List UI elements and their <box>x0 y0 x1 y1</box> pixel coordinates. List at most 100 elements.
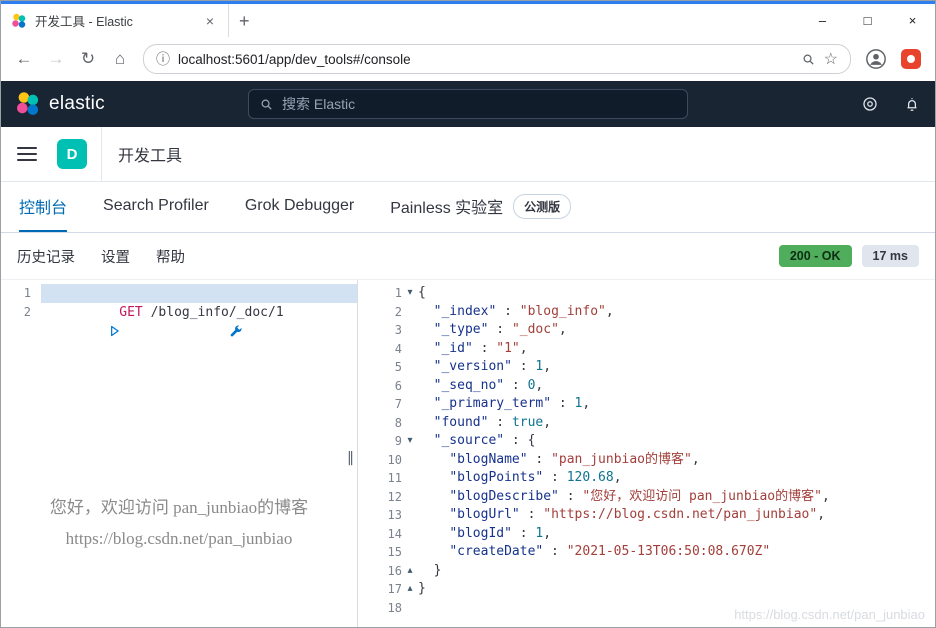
tab-label: Search Profiler <box>103 197 209 214</box>
line-number: 5 <box>394 360 402 374</box>
line-number: 10 <box>387 452 402 467</box>
splitter-drag-handle[interactable]: ‖ <box>347 450 354 466</box>
page-info-icon[interactable]: ⓘ <box>156 49 170 69</box>
response-lines: 1 ▾{2 "_index" : "blog_info", 3 "_type" : … <box>370 284 935 617</box>
fold-toggle-icon[interactable]: ▾ <box>402 432 418 451</box>
pane-splitter[interactable]: ‖ <box>347 280 370 627</box>
request-editor-pane[interactable]: 1 GET /blog_info/_doc/1 2 您好，欢迎访问 pan_ju… <box>1 280 357 627</box>
menu-hamburger-icon[interactable] <box>17 147 37 161</box>
elastic-header: elastic 搜索 Elastic <box>1 81 935 127</box>
elastic-logo[interactable]: elastic <box>15 91 105 117</box>
browser-tab[interactable]: 开发工具 - Elastic × <box>1 4 229 37</box>
breadcrumb-page-title: 开发工具 <box>118 148 183 165</box>
request-options-wrench-icon[interactable] <box>229 286 339 376</box>
back-icon[interactable]: ← <box>9 44 39 74</box>
line-number: 9 <box>394 434 402 448</box>
space-badge[interactable]: D <box>57 139 87 169</box>
menu-settings[interactable]: 设置 <box>101 246 130 267</box>
response-line: 7 "_primary_term" : 1, <box>370 395 935 414</box>
new-tab-button[interactable]: + <box>239 12 250 30</box>
elastic-favicon <box>11 13 27 29</box>
tab-painless-lab[interactable]: Painless 实验室 公测版 <box>390 182 572 232</box>
response-line: 4 "_id" : "1", <box>370 340 935 359</box>
menu-help[interactable]: 帮助 <box>156 246 185 267</box>
fold-toggle-icon[interactable]: ▴ <box>402 580 418 599</box>
response-code: } <box>433 562 442 578</box>
search-icon <box>259 97 274 112</box>
bookmark-star-icon[interactable]: ☆ <box>824 49 838 69</box>
menu-history[interactable]: 历史记录 <box>17 246 75 267</box>
line-number: 12 <box>387 489 402 504</box>
zoom-icon[interactable] <box>801 52 816 67</box>
url-bar[interactable]: ⓘ localhost:5601/app/dev_tools#/console … <box>143 44 851 74</box>
response-code: "_type" : "_doc", <box>433 322 567 337</box>
response-code: "found" : true, <box>433 414 552 430</box>
browser-extension-icon[interactable] <box>901 49 921 69</box>
corner-watermark: https://blog.csdn.net/pan_junbiao <box>734 607 925 622</box>
alerts-bell-icon[interactable] <box>903 95 921 113</box>
fold-toggle-icon[interactable]: ▴ <box>402 562 418 581</box>
response-code: "_source" : { <box>433 433 536 448</box>
response-line: 8 "found" : true, <box>370 414 935 433</box>
divider <box>101 127 102 181</box>
response-line: 6 "_seq_no" : 0, <box>370 377 935 396</box>
line-number: 18 <box>387 600 402 615</box>
console-editor: 1 GET /blog_info/_doc/1 2 您好，欢迎访问 pan_ju… <box>1 279 935 627</box>
profile-avatar-icon[interactable] <box>863 46 889 72</box>
global-search-input[interactable]: 搜索 Elastic <box>248 89 688 119</box>
tab-search-profiler[interactable]: Search Profiler <box>103 182 209 232</box>
response-badges: 200 - OK 17 ms <box>778 245 919 267</box>
send-request-play-icon[interactable] <box>108 286 218 376</box>
request-line[interactable]: 2 <box>1 303 357 322</box>
response-line: 14 "blogId" : 1, <box>370 525 935 544</box>
tab-close-icon[interactable]: × <box>202 12 218 30</box>
deployment-icon[interactable] <box>861 95 879 113</box>
response-line: 1 ▾{ <box>370 284 935 303</box>
reload-icon[interactable]: ↻ <box>73 44 103 74</box>
maximize-button[interactable]: □ <box>845 4 890 37</box>
window-controls: – □ × <box>800 4 935 37</box>
response-code: } <box>418 581 426 596</box>
url-text[interactable]: localhost:5601/app/dev_tools#/console <box>178 52 793 67</box>
response-line: 3 "_type" : "_doc", <box>370 321 935 340</box>
response-code: { <box>418 285 426 300</box>
tab-label: Painless 实验室 <box>390 200 504 217</box>
response-line: 11 "blogPoints" : 120.68, <box>370 469 935 488</box>
line-number: 6 <box>394 378 402 393</box>
tab-console[interactable]: 控制台 <box>19 182 68 232</box>
response-code: "createDate" : "2021-05-13T06:50:08.670Z… <box>449 544 771 559</box>
search-placeholder: 搜索 Elastic <box>282 96 356 112</box>
fold-toggle-icon[interactable]: ▾ <box>402 284 418 303</box>
line-number: 2 <box>23 305 31 319</box>
minimize-button[interactable]: – <box>800 4 845 37</box>
line-number: 17 <box>387 582 402 596</box>
response-code: "_seq_no" : 0, <box>433 377 544 393</box>
tab-label: 控制台 <box>19 200 68 217</box>
line-number: 13 <box>387 508 402 522</box>
response-viewer-pane[interactable]: 1 ▾{2 "_index" : "blog_info", 3 "_type" : … <box>370 280 935 627</box>
close-button[interactable]: × <box>890 4 935 37</box>
response-code: "blogUrl" : "https://blog.csdn.net/pan_j… <box>449 507 826 522</box>
beta-badge: 公测版 <box>513 193 572 219</box>
line-number: 4 <box>394 341 402 356</box>
line-number: 3 <box>394 323 402 337</box>
forward-icon[interactable]: → <box>41 44 71 74</box>
response-line: 15 "createDate" : "2021-05-13T06:50:08.6… <box>370 543 935 562</box>
dev-tools-tabs: 控制台 Search Profiler Grok Debugger Painless … <box>1 182 935 233</box>
line-number: 1 <box>23 286 31 300</box>
tab-grok-debugger[interactable]: Grok Debugger <box>245 182 354 232</box>
tab-label: Grok Debugger <box>244 197 355 214</box>
response-line: 9 ▾ "_source" : { <box>370 432 935 451</box>
home-icon[interactable]: ⌂ <box>105 44 135 74</box>
line-number: 16 <box>387 563 402 578</box>
request-line[interactable]: 1 GET /blog_info/_doc/1 <box>1 284 357 337</box>
status-badge: 200 - OK <box>778 245 852 267</box>
